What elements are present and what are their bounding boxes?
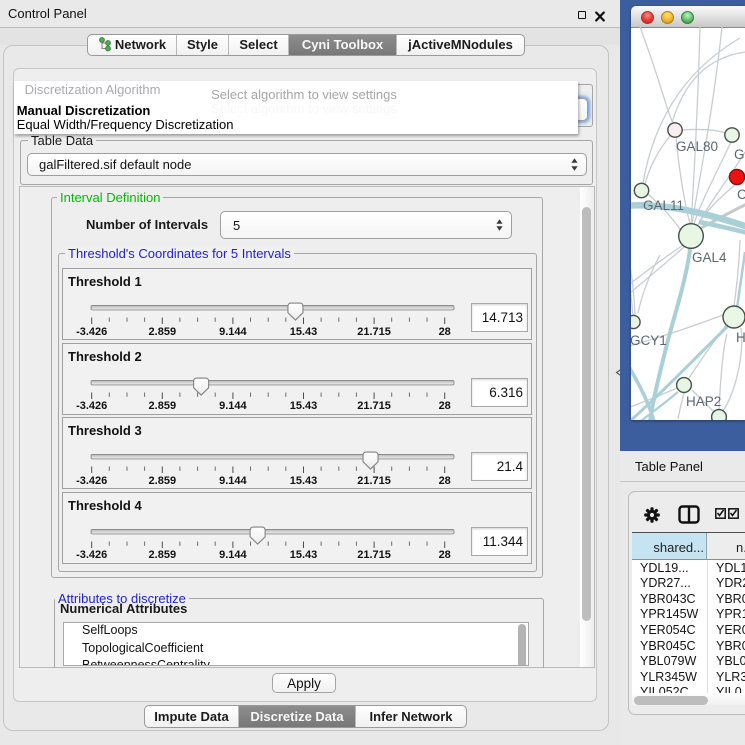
svg-text:GAL11: GAL11 bbox=[643, 198, 684, 213]
svg-text:C: C bbox=[737, 187, 745, 202]
svg-text:HAP2: HAP2 bbox=[686, 394, 721, 409]
svg-text:G.: G. bbox=[734, 147, 745, 162]
svg-text:H: H bbox=[736, 330, 745, 345]
svg-text:GAL80: GAL80 bbox=[676, 139, 718, 154]
svg-text:GAL4: GAL4 bbox=[692, 250, 727, 265]
svg-text:GCY1: GCY1 bbox=[631, 333, 667, 348]
